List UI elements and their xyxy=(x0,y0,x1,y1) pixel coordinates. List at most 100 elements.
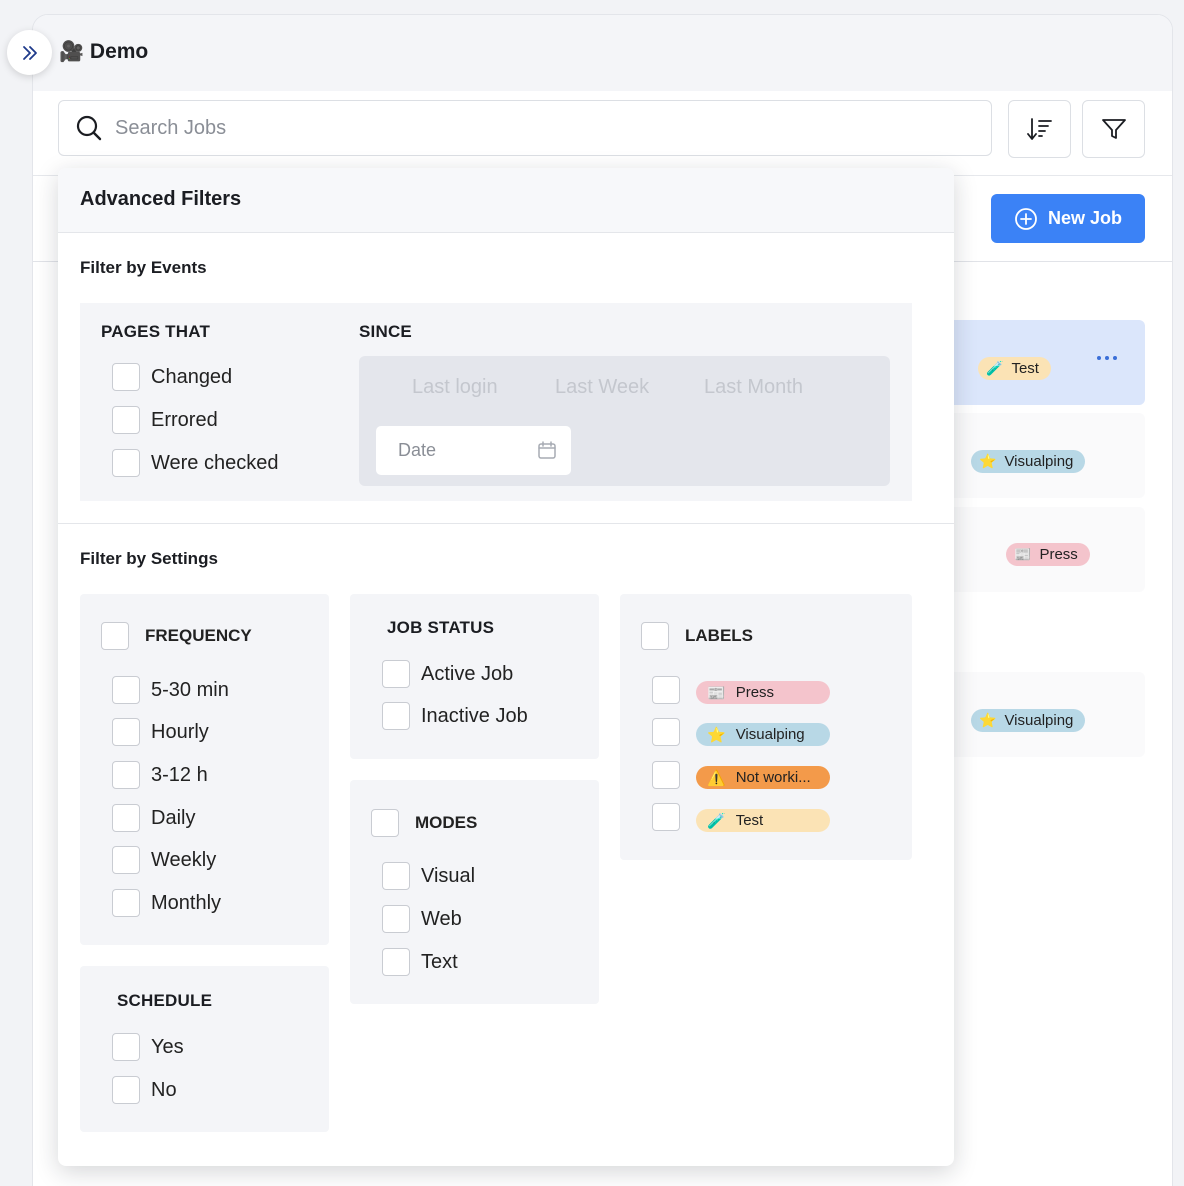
checkbox[interactable] xyxy=(382,660,410,688)
checkbox-label: Daily xyxy=(151,806,196,829)
checkbox-inactive-job[interactable]: Inactive Job xyxy=(382,702,528,730)
checkbox-text[interactable]: Text xyxy=(382,948,458,976)
label-chip-visualping: ⭐ Visualping xyxy=(696,723,830,746)
filter-by-settings-title: Filter by Settings xyxy=(80,549,218,568)
checkbox-label-test[interactable] xyxy=(652,803,680,831)
job-label-chip: ⭐ Visualping xyxy=(971,450,1086,473)
checkbox[interactable] xyxy=(112,846,140,874)
checkbox-label: Were checked xyxy=(151,451,279,474)
checkbox-label: Changed xyxy=(151,365,233,388)
filter-by-events-title: Filter by Events xyxy=(80,258,207,277)
search-input[interactable] xyxy=(115,116,915,140)
pages-that-title: PAGES THAT xyxy=(101,322,211,341)
frequency-box: FREQUENCY 5-30 min Hourly 3-12 h Daily W… xyxy=(80,594,329,945)
checkbox-label-press[interactable] xyxy=(652,676,680,704)
checkbox[interactable] xyxy=(112,449,140,477)
checkbox[interactable] xyxy=(101,622,129,650)
newspaper-icon: 📰 xyxy=(1014,546,1032,562)
checkbox[interactable] xyxy=(652,803,680,831)
checkbox-active-job[interactable]: Active Job xyxy=(382,660,513,688)
frequency-select-all[interactable]: FREQUENCY xyxy=(101,622,252,650)
chip-text: Visualping xyxy=(735,726,805,743)
checkbox-label: No xyxy=(151,1078,177,1101)
checkbox-label: Hourly xyxy=(151,720,209,743)
job-row[interactable]: ⭐ Visualping xyxy=(940,413,1145,498)
chip-text: Test xyxy=(735,812,764,829)
new-job-button[interactable]: New Job xyxy=(991,194,1145,243)
checkbox[interactable] xyxy=(652,761,680,789)
checkbox[interactable] xyxy=(382,905,410,933)
warning-icon: ⚠️ xyxy=(707,769,726,787)
search-icon xyxy=(76,115,102,141)
label-chip-press: 📰 Press xyxy=(696,681,830,704)
search-box[interactable] xyxy=(58,100,992,156)
checkbox[interactable] xyxy=(112,718,140,746)
modes-select-all[interactable]: MODES xyxy=(371,809,477,837)
since-last-login[interactable]: Last login xyxy=(412,376,498,399)
checkbox[interactable] xyxy=(371,809,399,837)
checkbox[interactable] xyxy=(652,718,680,746)
job-row[interactable]: 🧪 Test xyxy=(940,320,1145,405)
job-label-chip: 📰 Press xyxy=(1006,543,1090,566)
job-row[interactable]: 📰 Press xyxy=(940,507,1145,592)
schedule-title: SCHEDULE xyxy=(117,991,213,1010)
labels-box: LABELS 📰 Press ⭐ Visualping ⚠️ Not worki… xyxy=(620,594,912,860)
job-status-box: JOB STATUS Active Job Inactive Job xyxy=(350,594,599,759)
checkbox-label-visualping[interactable] xyxy=(652,718,680,746)
checkbox[interactable] xyxy=(652,676,680,704)
checkbox[interactable] xyxy=(112,761,140,789)
chip-text: Not worki... xyxy=(735,769,811,786)
since-last-month[interactable]: Last Month xyxy=(704,376,803,399)
checkbox-daily[interactable]: Daily xyxy=(112,804,195,832)
star-icon: ⭐ xyxy=(979,453,997,469)
checkbox-changed[interactable]: Changed xyxy=(112,363,232,391)
checkbox-label: Active Job xyxy=(421,662,514,685)
chip-text: Visualping xyxy=(1004,712,1074,729)
panel-title: Advanced Filters xyxy=(58,168,954,233)
checkbox-web[interactable]: Web xyxy=(382,905,462,933)
checkbox-label: Weekly xyxy=(151,848,217,871)
checkbox-5-30-min[interactable]: 5-30 min xyxy=(112,676,229,704)
checkbox[interactable] xyxy=(112,889,140,917)
checkbox-label: Text xyxy=(421,950,458,973)
filter-button[interactable] xyxy=(1082,100,1145,158)
job-row[interactable]: ⭐ Visualping xyxy=(940,672,1145,757)
checkbox-monthly[interactable]: Monthly xyxy=(112,889,221,917)
date-input[interactable]: Date xyxy=(376,426,571,475)
checkbox-were-checked[interactable]: Were checked xyxy=(112,449,278,477)
checkbox-label-not-working[interactable] xyxy=(652,761,680,789)
checkbox-hourly[interactable]: Hourly xyxy=(112,718,209,746)
checkbox-3-12-h[interactable]: 3-12 h xyxy=(112,761,208,789)
labels-title: LABELS xyxy=(685,626,753,645)
checkbox-yes[interactable]: Yes xyxy=(112,1033,184,1061)
more-options-icon[interactable] xyxy=(1097,356,1117,360)
frequency-title: FREQUENCY xyxy=(145,626,252,645)
labels-select-all[interactable]: LABELS xyxy=(641,622,753,650)
checkbox-label: Visual xyxy=(421,864,476,887)
checkbox-weekly[interactable]: Weekly xyxy=(112,846,216,874)
checkbox[interactable] xyxy=(382,862,410,890)
checkbox[interactable] xyxy=(112,1033,140,1061)
checkbox[interactable] xyxy=(382,948,410,976)
checkbox[interactable] xyxy=(112,804,140,832)
checkbox[interactable] xyxy=(112,676,140,704)
expand-sidebar-button[interactable] xyxy=(7,30,52,75)
sort-button[interactable] xyxy=(1008,100,1071,158)
since-last-week[interactable]: Last Week xyxy=(555,376,649,399)
checkbox[interactable] xyxy=(382,702,410,730)
checkbox-no[interactable]: No xyxy=(112,1076,177,1104)
checkbox-label: Web xyxy=(421,907,462,930)
checkbox[interactable] xyxy=(112,406,140,434)
test-tube-icon: 🧪 xyxy=(986,360,1004,376)
checkbox-visual[interactable]: Visual xyxy=(382,862,475,890)
checkbox-errored[interactable]: Errored xyxy=(112,406,218,434)
checkbox[interactable] xyxy=(112,1076,140,1104)
checkbox-label: 5-30 min xyxy=(151,678,229,701)
modes-title: MODES xyxy=(415,813,478,832)
checkbox-label: Monthly xyxy=(151,891,222,914)
section-divider xyxy=(58,523,954,524)
schedule-box: SCHEDULE Yes No xyxy=(80,966,329,1132)
job-label-chip: 🧪 Test xyxy=(978,357,1051,380)
checkbox[interactable] xyxy=(641,622,669,650)
checkbox[interactable] xyxy=(112,363,140,391)
